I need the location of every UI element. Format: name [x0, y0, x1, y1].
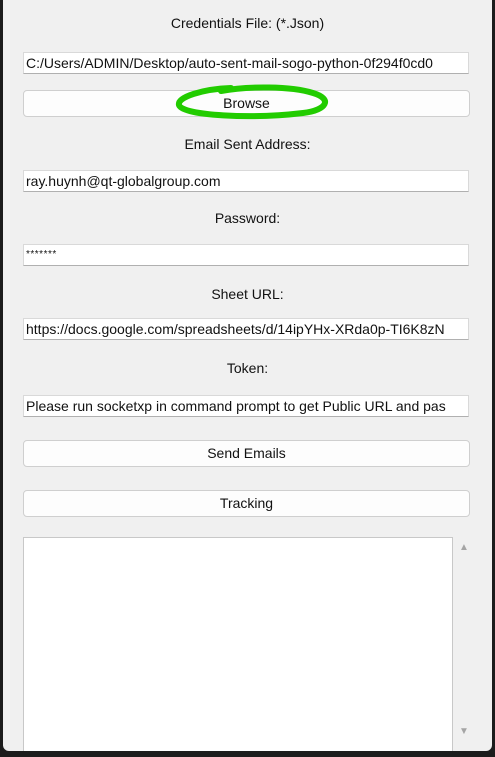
tracking-button[interactable]: Tracking	[23, 490, 470, 517]
sheet-url-label: Sheet URL:	[211, 286, 284, 302]
browse-button[interactable]: Browse	[23, 90, 470, 117]
password-field[interactable]: *******	[23, 244, 469, 266]
window-bottom-edge	[0, 751, 495, 757]
scroll-down-arrow-icon[interactable]: ▼	[459, 727, 469, 737]
output-text-area[interactable]	[23, 537, 453, 751]
credentials-label: Credentials File: (*.Json)	[170, 15, 325, 31]
email-label: Email Sent Address:	[184, 136, 311, 152]
app-window: Credentials File: (*.Json) C:/Users/ADMI…	[3, 0, 492, 751]
scroll-up-arrow-icon[interactable]: ▲	[459, 543, 469, 553]
password-label: Password:	[214, 210, 281, 226]
token-field[interactable]: Please run socketxp in command prompt to…	[23, 395, 469, 417]
output-scrollbar[interactable]: ▲ ▼	[453, 537, 475, 751]
sheet-url-field[interactable]: https://docs.google.com/spreadsheets/d/1…	[23, 318, 469, 340]
credentials-file-field[interactable]: C:/Users/ADMIN/Desktop/auto-sent-mail-so…	[23, 52, 469, 74]
email-field[interactable]: ray.huynh@qt-globalgroup.com	[23, 170, 469, 192]
token-label: Token:	[226, 360, 269, 376]
send-emails-button[interactable]: Send Emails	[23, 440, 470, 467]
